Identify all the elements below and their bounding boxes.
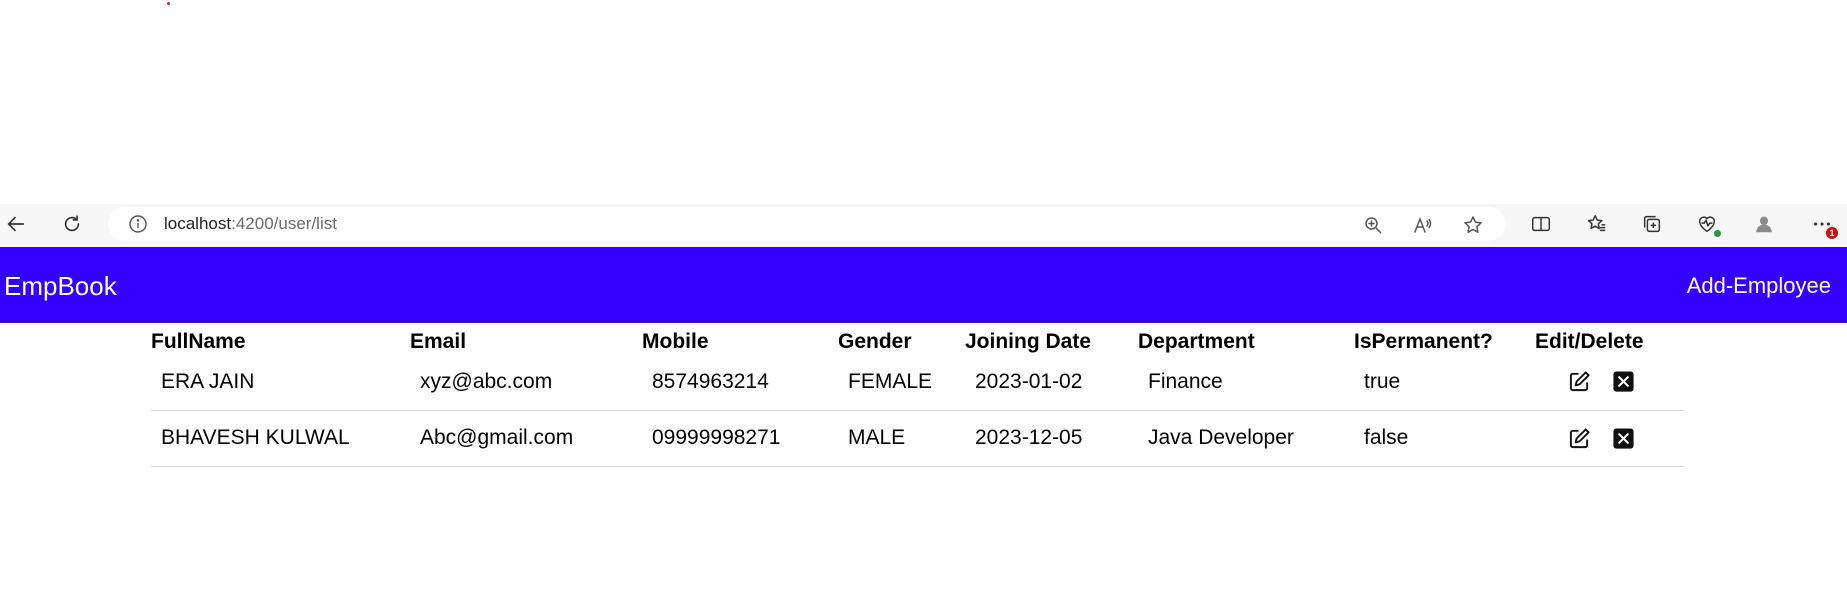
address-bar[interactable]: localhost:4200/user/list xyxy=(108,207,1506,241)
notification-badge: 1 xyxy=(1826,227,1838,239)
cell-gender: FEMALE xyxy=(848,369,933,393)
app-navbar: EmpBook Add-Employee xyxy=(0,247,1847,323)
cell-joining-date: 2023-12-05 xyxy=(975,426,1083,449)
cell-mobile: 09999998271 xyxy=(652,426,781,449)
column-header-gender: Gender xyxy=(838,330,912,353)
column-header-edit-delete: Edit/Delete xyxy=(1535,330,1644,353)
cell-mobile: 8574963214 xyxy=(652,369,769,393)
add-employee-link[interactable]: Add-Employee xyxy=(1687,273,1831,299)
column-header-department: Department xyxy=(1138,330,1255,353)
star-icon[interactable] xyxy=(1461,213,1485,237)
read-aloud-icon[interactable] xyxy=(1411,213,1435,237)
back-arrow-icon[interactable] xyxy=(2,210,30,238)
delete-icon[interactable] xyxy=(1611,426,1635,450)
cell-department: Java Developer xyxy=(1148,426,1294,449)
brand-logo[interactable]: EmpBook xyxy=(4,271,117,302)
cell-gender: MALE xyxy=(848,426,906,449)
column-header-mobile: Mobile xyxy=(642,330,709,353)
edit-icon[interactable] xyxy=(1567,426,1591,450)
column-header-is-permanent: IsPermanent? xyxy=(1354,330,1493,353)
column-header-joining-date: Joining Date xyxy=(965,330,1092,353)
cell-is-permanent: false xyxy=(1364,426,1409,449)
info-icon[interactable] xyxy=(128,214,148,234)
more-icon[interactable]: 1 xyxy=(1808,210,1838,239)
split-screen-icon[interactable] xyxy=(1527,210,1555,238)
refresh-icon[interactable] xyxy=(58,210,86,238)
column-header-fullname: FullName xyxy=(151,330,246,353)
browser-essentials-icon[interactable] xyxy=(1693,210,1722,238)
cell-email: Abc@gmail.com xyxy=(420,426,574,449)
zoom-icon[interactable] xyxy=(1361,213,1385,237)
row-actions xyxy=(1535,426,1684,450)
profile-icon[interactable] xyxy=(1750,210,1778,238)
column-header-email: Email xyxy=(410,330,467,353)
delete-icon[interactable] xyxy=(1611,370,1635,394)
row-actions xyxy=(1535,370,1684,394)
cell-fullname: BHAVESH KULWAL xyxy=(161,426,350,449)
employee-table: FullName Email Mobile Gender Joining Dat… xyxy=(151,330,1684,467)
cell-is-permanent: true xyxy=(1364,369,1401,393)
browser-toolbar: localhost:4200/user/list 1 xyxy=(0,204,1847,244)
cell-department: Finance xyxy=(1148,369,1223,393)
cell-joining-date: 2023-01-02 xyxy=(975,369,1083,393)
table-row: BHAVESH KULWAL Abc@gmail.com 09999998271… xyxy=(151,410,1684,467)
table-row: ERA JAIN xyz@abc.com 8574963214 FEMALE 2… xyxy=(151,354,1684,411)
edit-icon[interactable] xyxy=(1567,370,1591,394)
collections-icon[interactable] xyxy=(1638,210,1666,238)
cell-email: xyz@abc.com xyxy=(420,369,553,393)
status-badge xyxy=(1713,229,1722,238)
red-dot-marker xyxy=(167,2,170,5)
favorites-icon[interactable] xyxy=(1583,210,1611,238)
url-text[interactable]: localhost:4200/user/list xyxy=(164,214,337,234)
table-header-row: FullName Email Mobile Gender Joining Dat… xyxy=(151,330,1684,354)
cell-fullname: ERA JAIN xyxy=(161,369,255,393)
